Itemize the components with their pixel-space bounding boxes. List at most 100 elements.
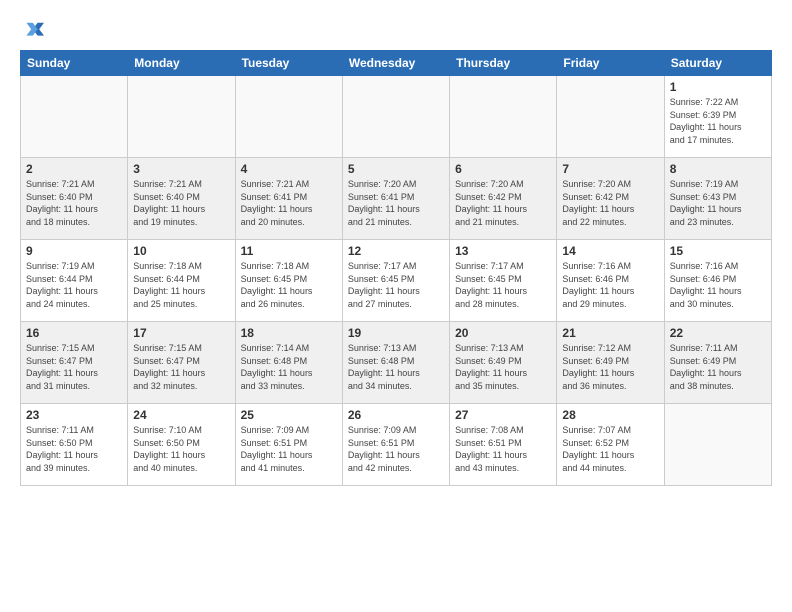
day-info: Sunrise: 7:17 AM Sunset: 6:45 PM Dayligh…: [455, 260, 551, 310]
calendar-body: 1 Sunrise: 7:22 AM Sunset: 6:39 PM Daylig…: [21, 76, 772, 486]
calendar-cell: 2Sunrise: 7:21 AM Sunset: 6:40 PM Daylig…: [21, 158, 128, 240]
calendar-cell: 12 Sunrise: 7:17 AM Sunset: 6:45 PM Dayli…: [342, 240, 449, 322]
day-number: 1: [670, 80, 766, 94]
day-info: Sunrise: 7:10 AM Sunset: 6:50 PM Dayligh…: [133, 424, 229, 474]
calendar-cell: 14 Sunrise: 7:16 AM Sunset: 6:46 PM Dayli…: [557, 240, 664, 322]
day-info: Sunrise: 7:20 AM Sunset: 6:42 PM Dayligh…: [455, 178, 551, 228]
day-number: 14: [562, 244, 658, 258]
calendar-cell: 22Sunrise: 7:11 AM Sunset: 6:49 PM Dayli…: [664, 322, 771, 404]
calendar-cell: 19 Sunrise: 7:13 AM Sunset: 6:48 PM Dayli…: [342, 322, 449, 404]
day-number: 20: [455, 326, 551, 340]
day-info: Sunrise: 7:21 AM Sunset: 6:40 PM Dayligh…: [133, 178, 229, 228]
calendar-cell: 28Sunrise: 7:07 AM Sunset: 6:52 PM Dayli…: [557, 404, 664, 486]
day-info: Sunrise: 7:21 AM Sunset: 6:41 PM Dayligh…: [241, 178, 337, 228]
calendar-cell: 11 Sunrise: 7:18 AM Sunset: 6:45 PM Dayli…: [235, 240, 342, 322]
calendar-cell: 13 Sunrise: 7:17 AM Sunset: 6:45 PM Dayli…: [450, 240, 557, 322]
day-info: Sunrise: 7:08 AM Sunset: 6:51 PM Dayligh…: [455, 424, 551, 474]
calendar-cell: [557, 76, 664, 158]
logo-icon: [20, 18, 44, 42]
calendar-cell: 15 Sunrise: 7:16 AM Sunset: 6:46 PM Dayli…: [664, 240, 771, 322]
day-number: 27: [455, 408, 551, 422]
day-number: 7: [562, 162, 658, 176]
day-info: Sunrise: 7:19 AM Sunset: 6:43 PM Dayligh…: [670, 178, 766, 228]
calendar-cell: [342, 76, 449, 158]
day-number: 17: [133, 326, 229, 340]
day-number: 13: [455, 244, 551, 258]
day-info: Sunrise: 7:09 AM Sunset: 6:51 PM Dayligh…: [241, 424, 337, 474]
day-number: 18: [241, 326, 337, 340]
day-info: Sunrise: 7:11 AM Sunset: 6:50 PM Dayligh…: [26, 424, 122, 474]
calendar-cell: 23 Sunrise: 7:11 AM Sunset: 6:50 PM Dayli…: [21, 404, 128, 486]
calendar-cell: 25 Sunrise: 7:09 AM Sunset: 6:51 PM Dayli…: [235, 404, 342, 486]
day-number: 26: [348, 408, 444, 422]
calendar-cell: 5Sunrise: 7:20 AM Sunset: 6:41 PM Daylig…: [342, 158, 449, 240]
weekday-header: Tuesday: [235, 51, 342, 76]
day-info: Sunrise: 7:16 AM Sunset: 6:46 PM Dayligh…: [670, 260, 766, 310]
day-number: 11: [241, 244, 337, 258]
day-number: 28: [562, 408, 658, 422]
calendar-cell: 21 Sunrise: 7:12 AM Sunset: 6:49 PM Dayli…: [557, 322, 664, 404]
calendar-week-row: 9 Sunrise: 7:19 AM Sunset: 6:44 PM Daylig…: [21, 240, 772, 322]
weekday-header: Monday: [128, 51, 235, 76]
calendar-cell: 20 Sunrise: 7:13 AM Sunset: 6:49 PM Dayli…: [450, 322, 557, 404]
day-number: 4: [241, 162, 337, 176]
day-info: Sunrise: 7:22 AM Sunset: 6:39 PM Dayligh…: [670, 96, 766, 146]
day-number: 24: [133, 408, 229, 422]
calendar-cell: 18 Sunrise: 7:14 AM Sunset: 6:48 PM Dayli…: [235, 322, 342, 404]
day-number: 3: [133, 162, 229, 176]
calendar-cell: 16Sunrise: 7:15 AM Sunset: 6:47 PM Dayli…: [21, 322, 128, 404]
weekday-header: Friday: [557, 51, 664, 76]
day-number: 9: [26, 244, 122, 258]
header: [20, 18, 772, 42]
calendar-cell: 26Sunrise: 7:09 AM Sunset: 6:51 PM Dayli…: [342, 404, 449, 486]
calendar-cell: 7Sunrise: 7:20 AM Sunset: 6:42 PM Daylig…: [557, 158, 664, 240]
day-number: 12: [348, 244, 444, 258]
calendar-cell: 4 Sunrise: 7:21 AM Sunset: 6:41 PM Daylig…: [235, 158, 342, 240]
day-info: Sunrise: 7:14 AM Sunset: 6:48 PM Dayligh…: [241, 342, 337, 392]
day-number: 6: [455, 162, 551, 176]
calendar-week-row: 16Sunrise: 7:15 AM Sunset: 6:47 PM Dayli…: [21, 322, 772, 404]
calendar-cell: 6 Sunrise: 7:20 AM Sunset: 6:42 PM Daylig…: [450, 158, 557, 240]
day-number: 19: [348, 326, 444, 340]
day-info: Sunrise: 7:19 AM Sunset: 6:44 PM Dayligh…: [26, 260, 122, 310]
calendar-cell: 10 Sunrise: 7:18 AM Sunset: 6:44 PM Dayli…: [128, 240, 235, 322]
day-info: Sunrise: 7:17 AM Sunset: 6:45 PM Dayligh…: [348, 260, 444, 310]
calendar-cell: 8 Sunrise: 7:19 AM Sunset: 6:43 PM Daylig…: [664, 158, 771, 240]
day-info: Sunrise: 7:18 AM Sunset: 6:45 PM Dayligh…: [241, 260, 337, 310]
calendar-cell: [450, 76, 557, 158]
calendar-cell: 17Sunrise: 7:15 AM Sunset: 6:47 PM Dayli…: [128, 322, 235, 404]
calendar-cell: 24 Sunrise: 7:10 AM Sunset: 6:50 PM Dayli…: [128, 404, 235, 486]
day-info: Sunrise: 7:16 AM Sunset: 6:46 PM Dayligh…: [562, 260, 658, 310]
calendar-cell: [235, 76, 342, 158]
weekday-header: Wednesday: [342, 51, 449, 76]
day-info: Sunrise: 7:12 AM Sunset: 6:49 PM Dayligh…: [562, 342, 658, 392]
day-number: 22: [670, 326, 766, 340]
calendar-cell: 1 Sunrise: 7:22 AM Sunset: 6:39 PM Daylig…: [664, 76, 771, 158]
day-number: 8: [670, 162, 766, 176]
calendar-week-row: 1 Sunrise: 7:22 AM Sunset: 6:39 PM Daylig…: [21, 76, 772, 158]
day-info: Sunrise: 7:15 AM Sunset: 6:47 PM Dayligh…: [26, 342, 122, 392]
calendar-cell: 3 Sunrise: 7:21 AM Sunset: 6:40 PM Daylig…: [128, 158, 235, 240]
calendar-cell: [128, 76, 235, 158]
calendar-cell: 9 Sunrise: 7:19 AM Sunset: 6:44 PM Daylig…: [21, 240, 128, 322]
weekday-header: Sunday: [21, 51, 128, 76]
day-number: 23: [26, 408, 122, 422]
day-info: Sunrise: 7:20 AM Sunset: 6:41 PM Dayligh…: [348, 178, 444, 228]
day-number: 21: [562, 326, 658, 340]
page: SundayMondayTuesdayWednesdayThursdayFrid…: [0, 0, 792, 612]
weekday-header: Thursday: [450, 51, 557, 76]
day-info: Sunrise: 7:13 AM Sunset: 6:49 PM Dayligh…: [455, 342, 551, 392]
calendar-cell: [21, 76, 128, 158]
day-number: 25: [241, 408, 337, 422]
day-info: Sunrise: 7:13 AM Sunset: 6:48 PM Dayligh…: [348, 342, 444, 392]
day-number: 2: [26, 162, 122, 176]
calendar-table: SundayMondayTuesdayWednesdayThursdayFrid…: [20, 50, 772, 486]
weekday-header: Saturday: [664, 51, 771, 76]
logo: [20, 18, 48, 42]
day-number: 10: [133, 244, 229, 258]
calendar-cell: 27 Sunrise: 7:08 AM Sunset: 6:51 PM Dayli…: [450, 404, 557, 486]
day-number: 15: [670, 244, 766, 258]
day-info: Sunrise: 7:18 AM Sunset: 6:44 PM Dayligh…: [133, 260, 229, 310]
weekday-row: SundayMondayTuesdayWednesdayThursdayFrid…: [21, 51, 772, 76]
calendar-header: SundayMondayTuesdayWednesdayThursdayFrid…: [21, 51, 772, 76]
